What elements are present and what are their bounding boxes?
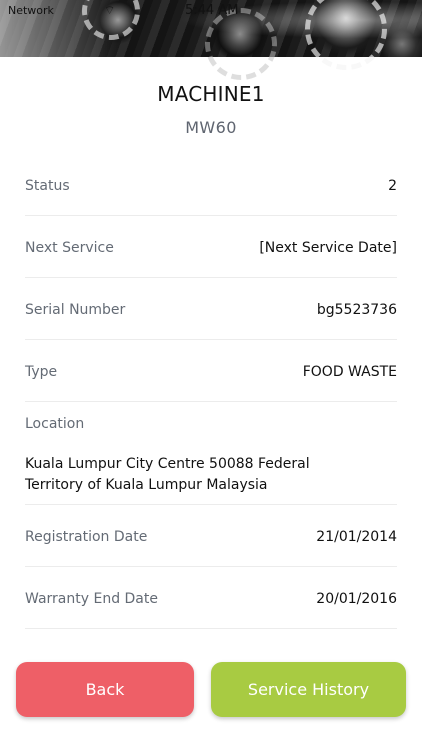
serial-number-label: Serial Number [25,302,126,318]
status-time: 5:44 AM [185,3,239,18]
status-label: Status [25,178,70,194]
registration-date-label: Registration Date [25,529,148,545]
serial-number-value: bg5523736 [316,302,397,318]
warranty-end-date-label: Warranty End Date [25,591,158,607]
next-service-label: Next Service [25,240,114,256]
location-row: Location Kuala Lumpur City Centre 50088 … [25,402,397,505]
bottom-actions: Back Service History [16,662,406,717]
wifi-icon: ⌔ [104,3,116,17]
status-row: Status 2 [25,154,397,216]
location-label: Location [25,416,85,432]
machine-model: MW60 [185,118,237,137]
warranty-end-date-row: Warranty End Date 20/01/2016 [25,567,397,629]
type-label: Type [25,364,58,380]
page-title: MACHINE1 [157,82,265,106]
next-service-value: [Next Service Date] [259,240,397,256]
location-value: Kuala Lumpur City Centre 50088 Federal T… [25,456,310,493]
next-service-row: Next Service [Next Service Date] [25,216,397,278]
status-value: 2 [388,178,397,194]
service-history-button[interactable]: Service History [211,662,406,717]
carrier-name: Network [8,4,54,17]
type-value: FOOD WASTE [302,364,397,380]
warranty-end-date-value: 20/01/2016 [316,591,397,607]
status-bar: Network ⌔ 5:44 AM [0,0,422,22]
machine-details-list: Status 2 Next Service [Next Service Date… [25,154,397,629]
back-button[interactable]: Back [16,662,194,717]
serial-number-row: Serial Number bg5523736 [25,278,397,340]
registration-date-value: 21/01/2014 [316,529,397,545]
registration-date-row: Registration Date 21/01/2014 [25,505,397,567]
type-row: Type FOOD WASTE [25,340,397,402]
